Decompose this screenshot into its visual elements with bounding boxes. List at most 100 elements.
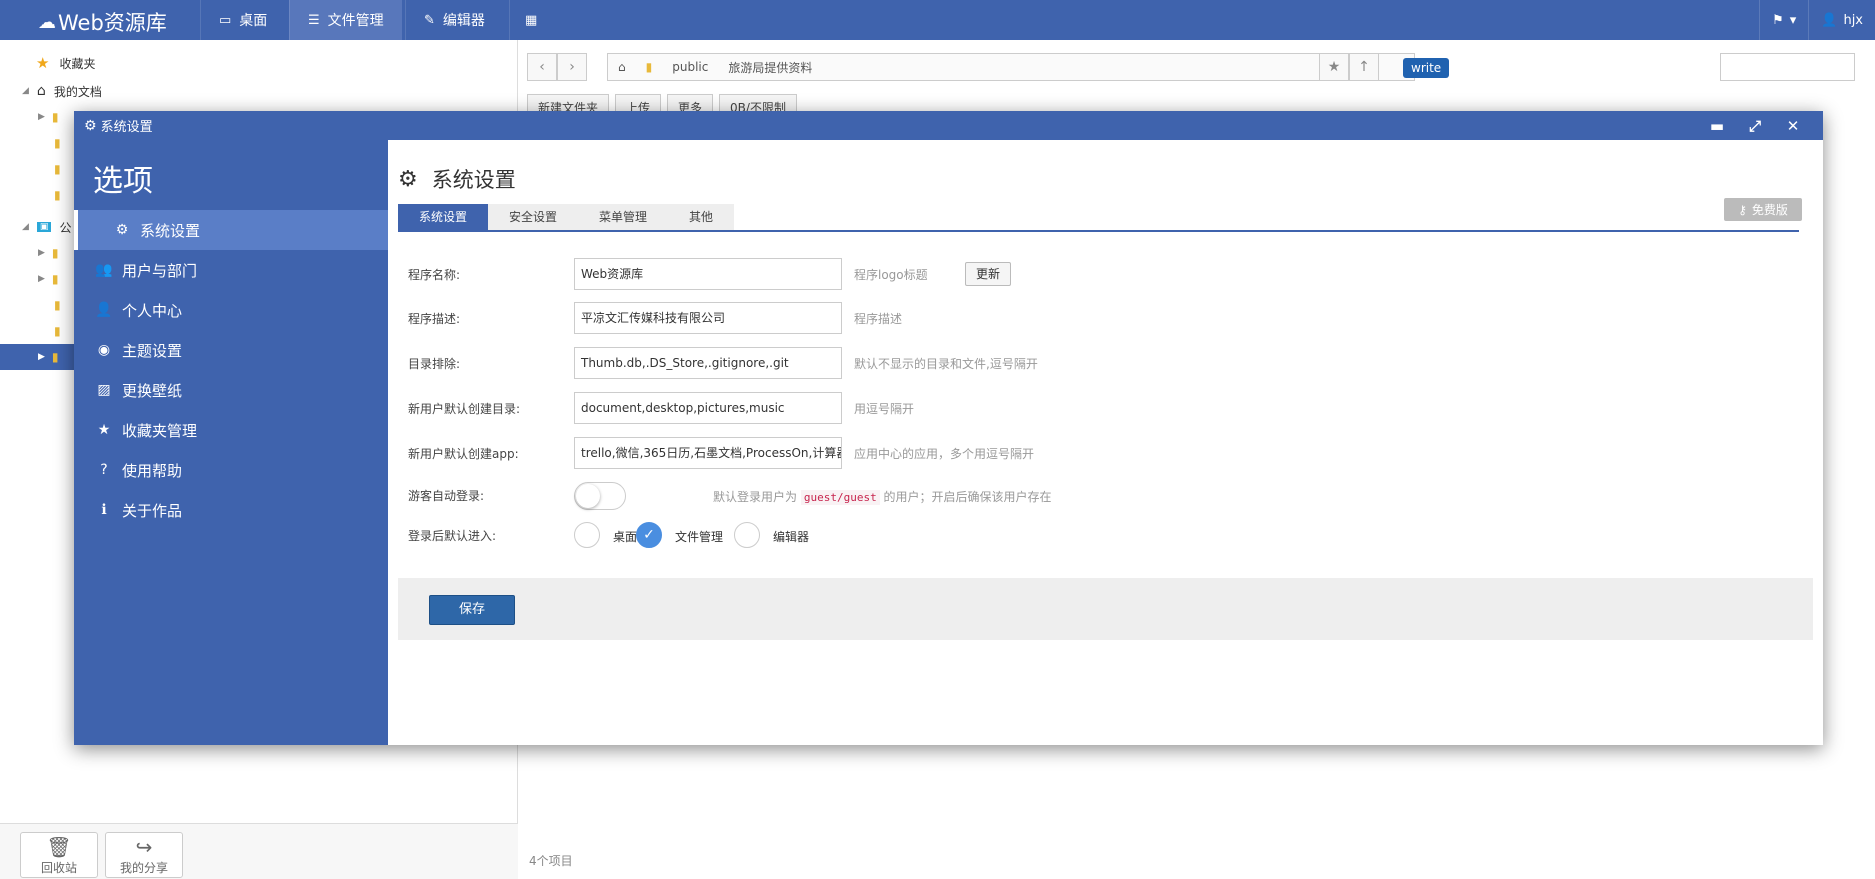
save-button[interactable]: 保存	[429, 595, 515, 625]
share-icon: ↪	[135, 835, 153, 859]
breadcrumb-public[interactable]: public	[662, 60, 718, 74]
form-footer: 保存	[398, 578, 1813, 640]
my-share-button[interactable]: ↪ 我的分享	[105, 832, 183, 878]
breadcrumb-current[interactable]: 旅游局提供资料	[718, 59, 822, 76]
nav-file-manager[interactable]: ☰ 文件管理	[289, 0, 402, 40]
forward-button[interactable]: ›	[557, 53, 587, 81]
back-button[interactable]: ‹	[527, 53, 557, 81]
write-badge: write	[1403, 58, 1450, 78]
language-menu[interactable]: ⚑ ▾	[1759, 0, 1808, 40]
menu-favorites-manage[interactable]: ★ 收藏夹管理	[74, 410, 388, 450]
app-logo[interactable]: ☁ Web资源库	[38, 7, 167, 37]
exclude-input[interactable]: Thumb.db,.DS_Store,.gitignore,.git	[574, 347, 842, 379]
guest-hint-post: 的用户；开启后确保该用户存在	[883, 490, 1052, 504]
search-input[interactable]	[1720, 53, 1855, 81]
chevron-right-icon: ›	[569, 59, 575, 75]
toggle-knob	[576, 484, 600, 508]
menu-system-settings[interactable]: ⚙ 系统设置	[74, 210, 388, 250]
nav-apps-grid[interactable]: ▦	[509, 0, 552, 40]
tab-security[interactable]: 安全设置	[488, 204, 578, 230]
menu-theme-settings-label: 主题设置	[122, 341, 183, 360]
menu-wallpaper-label: 更换壁纸	[122, 381, 183, 400]
radio-desktop[interactable]	[574, 522, 600, 548]
folder-icon: ▮	[54, 324, 61, 338]
recycle-bin-label: 回收站	[40, 861, 77, 875]
folder-icon: ▮	[54, 136, 61, 150]
exclude-label: 目录排除:	[408, 357, 461, 371]
flag-icon: ⚑	[1772, 12, 1784, 28]
form-row-app-name: 程序名称: Web资源库 程序logo标题 更新	[408, 258, 1788, 290]
menu-favorites-manage-label: 收藏夹管理	[122, 421, 198, 440]
home-icon: ⌂	[618, 60, 626, 74]
minimize-button[interactable]: ▬	[1698, 111, 1736, 140]
expand-icon: ⤢	[1748, 116, 1761, 135]
nav-desktop[interactable]: ▭ 桌面	[200, 0, 285, 40]
maximize-button[interactable]: ⤢	[1736, 111, 1774, 140]
tree-public-label: 公	[59, 220, 72, 235]
tab-other[interactable]: 其他	[668, 204, 734, 230]
my-share-label: 我的分享	[119, 861, 168, 875]
content-title-text: 系统设置	[431, 168, 516, 192]
menu-personal-center-label: 个人中心	[122, 301, 183, 320]
radio-editor[interactable]	[734, 522, 760, 548]
up-button[interactable]: ↑	[1349, 53, 1379, 81]
chevron-right-icon: ▶	[38, 112, 45, 122]
menu-users-departments[interactable]: 👥 用户与部门	[74, 250, 388, 290]
check-icon: ✓	[643, 527, 655, 543]
gear-icon: ⚙	[398, 166, 418, 192]
chevron-left-icon: ‹	[539, 59, 545, 75]
info-icon: ℹ	[101, 502, 107, 518]
monitor-icon: ▭	[219, 12, 232, 28]
folder-icon: ▮	[645, 60, 653, 74]
update-button[interactable]: 更新	[965, 262, 1011, 286]
question-icon: ?	[100, 462, 108, 478]
chevron-right-icon: ▶	[38, 352, 45, 362]
chevron-right-icon: ▶	[38, 274, 45, 284]
gear-icon: ⚙	[84, 117, 97, 134]
address-bar[interactable]: ⌂ ▮ public 旅游局提供资料	[607, 53, 1415, 81]
nav-desktop-label: 桌面	[239, 13, 268, 29]
home-icon: ⌂	[36, 83, 46, 99]
tab-menu[interactable]: 菜单管理	[578, 204, 668, 230]
default-dirs-label: 新用户默认创建目录:	[408, 402, 521, 416]
sidebar-bottom-bar: 🗑 回收站 ↪ 我的分享	[0, 823, 518, 879]
recycle-bin-button[interactable]: 🗑 回收站	[20, 832, 98, 878]
nav-editor-label: 编辑器	[442, 13, 485, 29]
tree-my-docs[interactable]: ◢ ⌂ 我的文档	[0, 78, 518, 104]
favorite-button[interactable]: ★	[1319, 53, 1349, 81]
default-apps-input[interactable]: trello,微信,365日历,石墨文档,ProcessOn,计算器,	[574, 437, 842, 469]
default-dirs-input[interactable]: document,desktop,pictures,music	[574, 392, 842, 424]
cloud-icon: ☁	[38, 11, 56, 33]
desc-hint: 程序描述	[854, 312, 903, 326]
menu-theme-settings[interactable]: ◉ 主题设置	[74, 330, 388, 370]
folder-icon: ▮	[54, 298, 61, 312]
tree-favorites[interactable]: ★ 收藏夹	[0, 50, 518, 76]
menu-personal-center[interactable]: 👤 个人中心	[74, 290, 388, 330]
tab-system[interactable]: 系统设置	[398, 204, 488, 230]
radio-file-manager-label: 文件管理	[675, 530, 724, 544]
trash-icon: 🗑	[46, 835, 72, 859]
menu-about-label: 关于作品	[122, 501, 183, 520]
guest-login-toggle[interactable]	[574, 482, 626, 510]
top-nav-bar: ☁ Web资源库 ▭ 桌面 ☰ 文件管理 ✎ 编辑器 ▦ ⚑ ▾ 👤 hjx	[0, 0, 1875, 40]
expand-icon: ◢	[22, 222, 29, 232]
menu-help[interactable]: ? 使用帮助	[74, 450, 388, 490]
guest-login-hint: 默认登录用户为 guest/guest 的用户；开启后确保该用户存在	[713, 488, 1052, 505]
dialog-titlebar[interactable]: ⚙ 系统设置 ▬ ⤢ ✕	[74, 111, 1823, 140]
public-drive-icon: ▣	[36, 222, 52, 232]
guest-login-label: 游客自动登录:	[408, 489, 485, 503]
users-icon: 👥	[95, 262, 113, 278]
desc-input[interactable]: 平凉文汇传媒科技有限公司	[574, 302, 842, 334]
app-name: Web资源库	[58, 11, 167, 35]
minimize-icon: ▬	[1709, 116, 1725, 135]
app-name-input[interactable]: Web资源库	[574, 258, 842, 290]
menu-wallpaper[interactable]: ▨ 更换壁纸	[74, 370, 388, 410]
nav-editor[interactable]: ✎ 编辑器	[405, 0, 503, 40]
arrow-up-icon: ↑	[1358, 59, 1370, 75]
radio-file-manager[interactable]: ✓	[636, 522, 662, 548]
star-icon: ★	[97, 422, 111, 438]
close-button[interactable]: ✕	[1774, 111, 1812, 140]
menu-system-settings-label: 系统设置	[140, 221, 201, 240]
menu-about[interactable]: ℹ 关于作品	[74, 490, 388, 530]
user-menu[interactable]: 👤 hjx	[1808, 0, 1875, 40]
